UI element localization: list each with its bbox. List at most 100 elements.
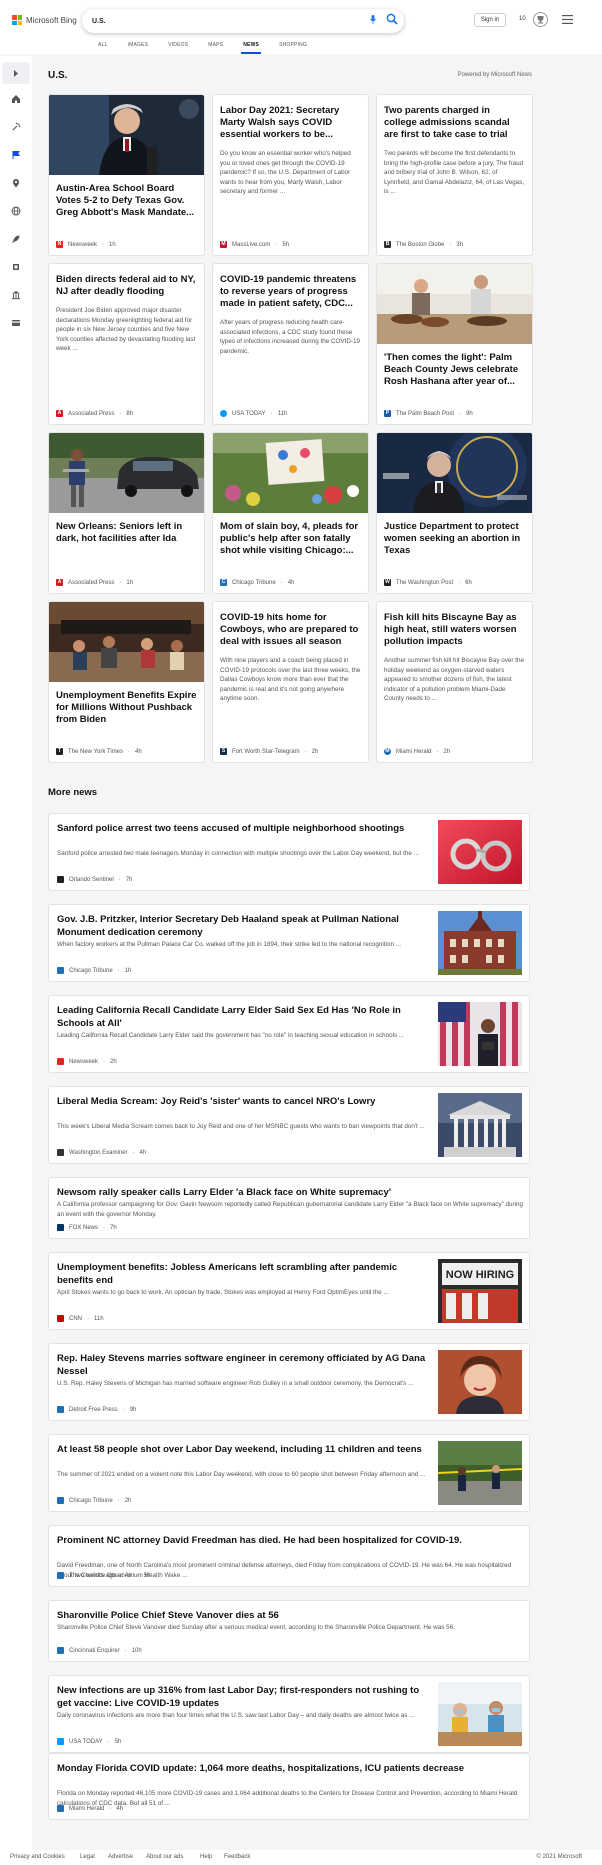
more-news-item[interactable]: Rep. Haley Stevens marries software engi…: [48, 1343, 530, 1421]
card-source: W The Washington Post · 6h: [384, 579, 472, 586]
news-headline[interactable]: Rep. Haley Stevens marries software engi…: [57, 1352, 427, 1378]
card-title[interactable]: Fish kill hits Biscayne Bay as high heat…: [384, 612, 525, 648]
card-title[interactable]: Two parents charged in college admission…: [384, 105, 525, 141]
news-headline[interactable]: Leading California Recall Candidate Larr…: [57, 1004, 427, 1030]
news-card[interactable]: Two parents charged in college admission…: [376, 94, 533, 256]
news-headline[interactable]: Sharonville Police Chief Steve Vanover d…: [57, 1609, 523, 1622]
news-headline[interactable]: Sanford police arrest two teens accused …: [57, 822, 427, 835]
news-card[interactable]: Mom of slain boy, 4, pleads for public's…: [212, 432, 369, 594]
source-time: 1h: [124, 967, 132, 974]
footer-link-about-ads[interactable]: About our ads: [146, 1854, 183, 1860]
search-icon[interactable]: [386, 13, 398, 25]
news-headline[interactable]: Liberal Media Scream: Joy Reid's 'sister…: [57, 1095, 427, 1108]
news-snippet: A California professor campaigning for G…: [57, 1201, 524, 1218]
sidebar-item-home[interactable]: [9, 92, 23, 106]
news-card[interactable]: Justice Department to protect women seek…: [376, 432, 533, 594]
source-name: Miami Herald: [396, 748, 432, 755]
card-title[interactable]: New Orleans: Seniors left in dark, hot f…: [56, 521, 197, 545]
microphone-icon[interactable]: [370, 15, 376, 24]
card-title[interactable]: Mom of slain boy, 4, pleads for public's…: [220, 521, 361, 557]
news-card[interactable]: COVID-19 pandemic threatens to reverse y…: [212, 263, 369, 425]
card-description: Two parents will become the first defend…: [384, 150, 525, 196]
news-headline[interactable]: Gov. J.B. Pritzker, Interior Secretary D…: [57, 913, 427, 939]
search-box[interactable]: [82, 9, 404, 33]
tab-videos[interactable]: VIDEOS: [158, 40, 198, 54]
news-card[interactable]: Austin-Area School Board Votes 5-2 to De…: [48, 94, 205, 256]
sign-in-button[interactable]: Sign in: [474, 13, 506, 27]
rewards-count[interactable]: 10: [519, 16, 526, 22]
powered-by-label[interactable]: Powered by Microsoft News: [458, 72, 532, 78]
hamburger-menu-icon[interactable]: [562, 15, 573, 24]
search-input[interactable]: [92, 14, 352, 28]
sidebar-item-science[interactable]: [9, 232, 23, 246]
news-card[interactable]: Fish kill hits Biscayne Bay as high heat…: [376, 601, 533, 763]
tab-shopping[interactable]: SHOPPING: [269, 40, 317, 54]
card-title[interactable]: COVID-19 pandemic threatens to reverse y…: [220, 274, 361, 310]
news-thumbnail-classroom[interactable]: [438, 1682, 522, 1746]
news-thumbnail-flags[interactable]: [438, 1002, 522, 1066]
news-headline[interactable]: Unemployment benefits: Jobless Americans…: [57, 1261, 427, 1287]
news-card[interactable]: 'Then comes the light': Palm Beach Count…: [376, 263, 533, 425]
card-title[interactable]: Austin-Area School Board Votes 5-2 to De…: [56, 183, 197, 219]
news-thumbnail-hiring[interactable]: NOW HIRING: [438, 1259, 522, 1323]
more-news-item[interactable]: Sanford police arrest two teens accused …: [48, 813, 530, 891]
more-news-item[interactable]: Leading California Recall Candidate Larr…: [48, 995, 530, 1073]
sidebar-item-world[interactable]: [9, 204, 23, 218]
news-headline[interactable]: New infections are up 316% from last Lab…: [57, 1684, 427, 1710]
news-source: FOX News · 7h: [57, 1224, 117, 1231]
news-card[interactable]: New Orleans: Seniors left in dark, hot f…: [48, 432, 205, 594]
more-news-item[interactable]: Unemployment benefits: Jobless Americans…: [48, 1252, 530, 1330]
more-news-item[interactable]: Newsom rally speaker calls Larry Elder '…: [48, 1177, 530, 1239]
news-card[interactable]: Unemployment Benefits Expire for Million…: [48, 601, 205, 763]
news-card[interactable]: Biden directs federal aid to NY, NJ afte…: [48, 263, 205, 425]
tab-images[interactable]: IMAGES: [118, 40, 159, 54]
rewards-trophy-icon[interactable]: [533, 12, 548, 27]
news-snippet: The summer of 2021 ended on a violent no…: [57, 1471, 426, 1478]
news-thumbnail-handcuffs[interactable]: [438, 820, 522, 884]
card-title[interactable]: COVID-19 hits home for Cowboys, who are …: [220, 612, 361, 648]
tab-maps[interactable]: MAPS: [198, 40, 233, 54]
news-thumbnail-court[interactable]: [438, 1093, 522, 1157]
tab-news[interactable]: NEWS: [233, 40, 269, 54]
footer-link-advertise[interactable]: Advertise: [108, 1854, 133, 1860]
source-time: 8h: [126, 410, 134, 417]
news-thumbnail-building[interactable]: [438, 911, 522, 975]
source-time: 9h: [129, 1406, 137, 1413]
news-headline[interactable]: At least 58 people shot over Labor Day w…: [57, 1443, 427, 1456]
news-headline[interactable]: Newsom rally speaker calls Larry Elder '…: [57, 1186, 523, 1199]
tab-all[interactable]: ALL: [88, 40, 118, 54]
more-news-item[interactable]: Liberal Media Scream: Joy Reid's 'sister…: [48, 1086, 530, 1164]
chevron-right-icon: [14, 69, 18, 77]
footer-link-feedback[interactable]: Feedback: [224, 1854, 250, 1860]
news-card[interactable]: Labor Day 2021: Secretary Marty Walsh sa…: [212, 94, 369, 256]
more-news-item[interactable]: Prominent NC attorney David Freedman has…: [48, 1525, 530, 1587]
card-title[interactable]: Labor Day 2021: Secretary Marty Walsh sa…: [220, 105, 361, 141]
sidebar-item-local[interactable]: [9, 176, 23, 190]
sidebar-item-technology[interactable]: [9, 260, 23, 274]
sidebar-expand-button[interactable]: [2, 62, 30, 84]
card-title[interactable]: Biden directs federal aid to NY, NJ afte…: [56, 274, 197, 298]
more-news-item[interactable]: New infections are up 316% from last Lab…: [48, 1675, 530, 1753]
sidebar-item-us[interactable]: [9, 148, 23, 162]
card-title[interactable]: Unemployment Benefits Expire for Million…: [56, 690, 197, 726]
news-thumbnail-police[interactable]: [438, 1441, 522, 1505]
card-title[interactable]: 'Then comes the light': Palm Beach Count…: [384, 352, 525, 388]
news-card[interactable]: COVID-19 hits home for Cowboys, who are …: [212, 601, 369, 763]
news-snippet: U.S. Rep. Haley Stevens of Michigan has …: [57, 1380, 414, 1387]
news-headline[interactable]: Monday Florida COVID update: 1,064 more …: [57, 1762, 523, 1775]
more-news-item[interactable]: Gov. J.B. Pritzker, Interior Secretary D…: [48, 904, 530, 982]
footer-link-legal[interactable]: Legal: [80, 1854, 95, 1860]
news-thumbnail-portrait[interactable]: [438, 1350, 522, 1414]
sidebar-item-discover[interactable]: [9, 120, 23, 134]
news-headline[interactable]: Prominent NC attorney David Freedman has…: [57, 1534, 523, 1547]
bing-logo[interactable]: Microsoft Bing: [12, 15, 77, 25]
source-logo-icon: B: [384, 241, 391, 248]
more-news-item[interactable]: Monday Florida COVID update: 1,064 more …: [48, 1753, 530, 1820]
footer-link-privacy[interactable]: Privacy and Cookies: [10, 1854, 65, 1860]
sidebar-item-money[interactable]: [9, 316, 23, 330]
footer-link-help[interactable]: Help: [200, 1854, 212, 1860]
more-news-item[interactable]: Sharonville Police Chief Steve Vanover d…: [48, 1600, 530, 1662]
more-news-item[interactable]: At least 58 people shot over Labor Day w…: [48, 1434, 530, 1512]
sidebar-item-politics[interactable]: [9, 288, 23, 302]
card-title[interactable]: Justice Department to protect women seek…: [384, 521, 525, 557]
